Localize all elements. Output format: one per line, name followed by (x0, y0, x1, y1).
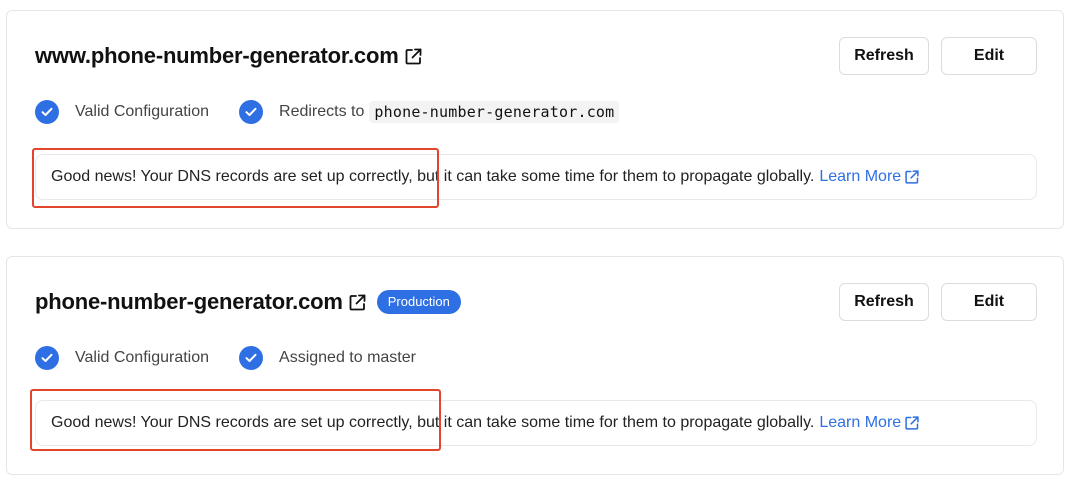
dns-message-box: Good news! Your DNS records are set up c… (35, 154, 1037, 200)
dns-message-text: Good news! Your DNS records are set up c… (51, 168, 815, 185)
status-row: Valid Configuration Redirects to phone-n… (35, 99, 620, 125)
refresh-button[interactable]: Refresh (839, 37, 929, 75)
redirect-target-code: phone-number-generator.com (369, 101, 620, 123)
external-link-icon[interactable] (404, 47, 423, 66)
status-valid-configuration: Valid Configuration (75, 103, 210, 120)
edit-button[interactable]: Edit (941, 283, 1037, 321)
dns-message-text: Good news! Your DNS records are set up c… (51, 414, 815, 431)
status-row: Valid Configuration Assigned to master (35, 345, 416, 371)
external-link-icon (904, 415, 920, 431)
status-valid-configuration: Valid Configuration (75, 349, 210, 366)
dns-message-box: Good news! Your DNS records are set up c… (35, 400, 1037, 446)
status-redirects-to: Redirects to (279, 103, 365, 120)
learn-more-link[interactable]: Learn More (819, 414, 920, 432)
production-badge: Production (376, 290, 461, 314)
check-circle-icon (239, 100, 264, 124)
status-assigned-branch: Assigned to master (279, 349, 416, 366)
learn-more-link[interactable]: Learn More (819, 168, 920, 186)
domain-title-row: www.phone-number-generator.com (35, 43, 423, 69)
domain-link[interactable]: www.phone-number-generator.com (35, 43, 399, 69)
refresh-button[interactable]: Refresh (839, 283, 929, 321)
domain-card: phone-number-generator.com Production Re… (6, 256, 1064, 475)
card-actions: Refresh Edit (839, 283, 1037, 321)
external-link-icon[interactable] (348, 293, 367, 312)
domain-card: www.phone-number-generator.com Refresh E… (6, 10, 1064, 229)
domain-title-row: phone-number-generator.com Production (35, 289, 461, 315)
domain-link[interactable]: phone-number-generator.com (35, 289, 343, 315)
learn-more-label: Learn More (819, 168, 902, 185)
external-link-icon (904, 169, 920, 185)
check-circle-icon (35, 100, 59, 124)
edit-button[interactable]: Edit (941, 37, 1037, 75)
check-circle-icon (239, 346, 264, 370)
check-circle-icon (35, 346, 59, 370)
card-actions: Refresh Edit (839, 37, 1037, 75)
learn-more-label: Learn More (819, 414, 902, 431)
